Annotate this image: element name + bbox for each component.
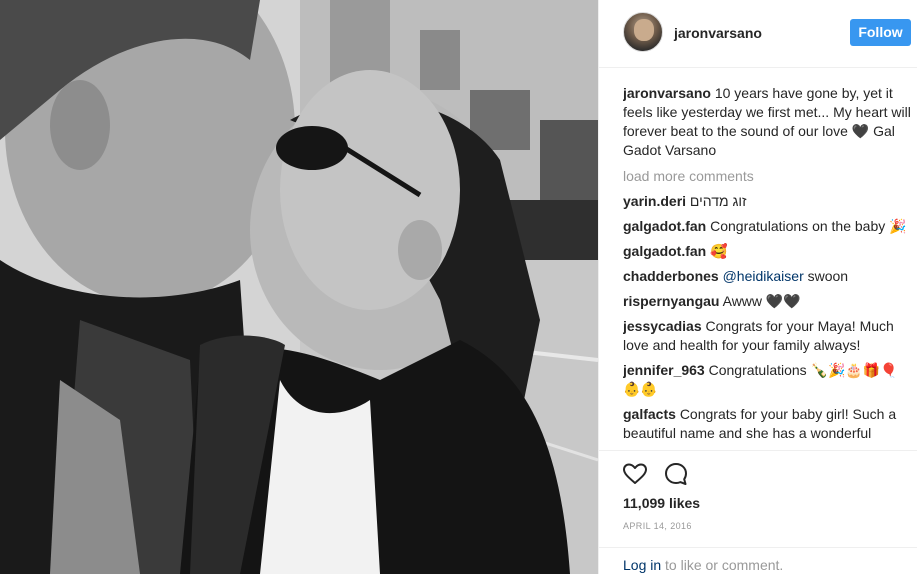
comment-username[interactable]: galgadot.fan [623, 218, 706, 234]
comment-item: galgadot.fan Congratulations on the baby… [623, 217, 911, 236]
comment-item: jennifer_963 Congratulations 🍾🎉🎂🎁🎈👶👶 [623, 361, 911, 399]
likes-count[interactable]: 11,099 likes [623, 495, 700, 511]
comment-text: 🥰 [710, 243, 728, 259]
post-photo-illustration [0, 0, 598, 574]
comments-list[interactable]: jaronvarsano 10 years have gone by, yet … [623, 84, 911, 450]
comment-item: yarin.deri זוג מדהים [623, 192, 911, 211]
post-username[interactable]: jaronvarsano [674, 25, 762, 41]
comment-username[interactable]: chadderbones [623, 268, 719, 284]
caption-username[interactable]: jaronvarsano [623, 85, 711, 101]
comment-item: jessycadias Congrats for your Maya! Much… [623, 317, 911, 355]
speech-bubble-icon[interactable] [663, 461, 689, 487]
comment-username[interactable]: jessycadias [623, 318, 702, 334]
login-prompt: Log in to like or comment. [599, 547, 917, 574]
login-prompt-text: to like or comment. [661, 557, 784, 573]
post-caption: jaronvarsano 10 years have gone by, yet … [623, 84, 911, 160]
login-link[interactable]: Log in [623, 557, 661, 573]
avatar[interactable] [623, 12, 663, 52]
heart-outline-icon[interactable] [622, 461, 648, 487]
post-actions: 11,099 likes APRIL 14, 2016 Log in to li… [599, 450, 917, 574]
post-side-panel: jaronvarsano Follow jaronvarsano 10 year… [598, 0, 917, 574]
comment-mention[interactable]: @heidikaiser [723, 268, 804, 284]
load-more-comments-link[interactable]: load more comments [623, 167, 911, 186]
comment-text: זוג מדהים [689, 193, 747, 209]
post-date: APRIL 14, 2016 [623, 521, 692, 531]
comment-text: Awww 🖤🖤 [722, 293, 801, 309]
comment-item: galgadot.fan 🥰 [623, 242, 911, 261]
post-photo[interactable] [0, 0, 598, 574]
comment-username[interactable]: rispernyangau [623, 293, 719, 309]
comment-username[interactable]: galfacts [623, 406, 676, 422]
comment-item: rispernyangau Awww 🖤🖤 [623, 292, 911, 311]
comment-username[interactable]: galgadot.fan [623, 243, 706, 259]
follow-button[interactable]: Follow [850, 19, 911, 46]
post-header: jaronvarsano Follow [599, 0, 917, 68]
comment-item: chadderbones @heidikaiser swoon [623, 267, 911, 286]
comment-text: Congratulations on the baby 🎉 [710, 218, 907, 234]
comment-username[interactable]: jennifer_963 [623, 362, 705, 378]
comment-text: swoon [807, 268, 849, 284]
comment-item: galfacts Congrats for your baby girl! Su… [623, 405, 911, 443]
comment-username[interactable]: yarin.deri [623, 193, 686, 209]
